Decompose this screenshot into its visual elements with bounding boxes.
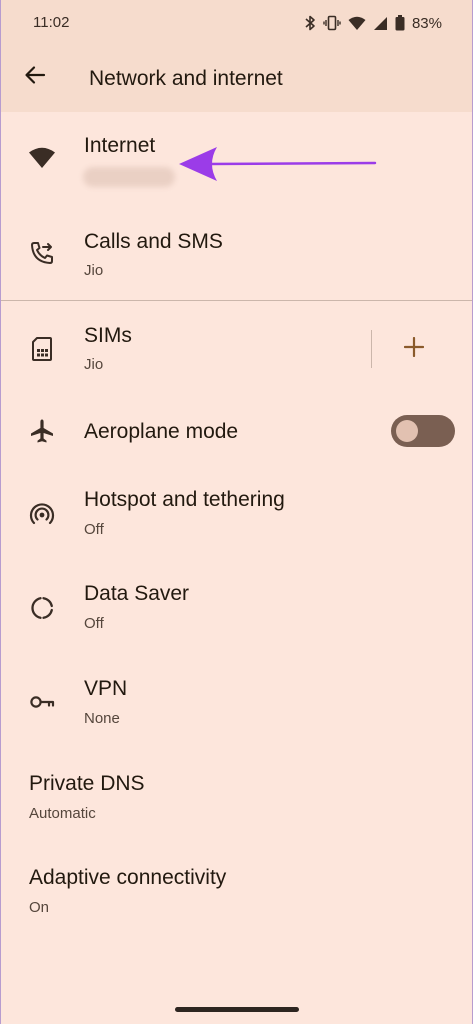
page-title: Network and internet bbox=[89, 67, 283, 90]
vpn-key-icon bbox=[27, 687, 57, 717]
wifi-icon bbox=[27, 143, 57, 173]
status-bar: 11:02 83% bbox=[1, 0, 472, 46]
sims-subtitle: Jio bbox=[84, 356, 104, 373]
calls-and-sms-item[interactable]: Calls and SMS Jio bbox=[1, 212, 472, 298]
adaptive-connectivity-subtitle: On bbox=[29, 899, 50, 916]
add-icon bbox=[403, 336, 425, 362]
vpn-item[interactable]: VPN None bbox=[1, 660, 472, 748]
vpn-title: VPN bbox=[84, 677, 128, 700]
bluetooth-icon bbox=[304, 15, 316, 31]
phone-forward-icon bbox=[27, 238, 57, 268]
data-saver-icon bbox=[27, 593, 57, 623]
vibrate-icon bbox=[323, 15, 341, 31]
sim-card-icon bbox=[27, 334, 57, 364]
hotspot-title: Hotspot and tethering bbox=[84, 488, 285, 511]
internet-title: Internet bbox=[84, 134, 156, 157]
hotspot-item[interactable]: Hotspot and tethering Off bbox=[1, 472, 472, 560]
battery-icon bbox=[395, 15, 405, 31]
gesture-navigation-bar[interactable] bbox=[175, 1007, 299, 1012]
aeroplane-mode-item[interactable]: Aeroplane mode bbox=[1, 398, 371, 466]
data-saver-item[interactable]: Data Saver Off bbox=[1, 566, 472, 654]
sims-item[interactable]: SIMs Jio bbox=[1, 306, 361, 392]
signal-icon bbox=[373, 16, 388, 31]
annotation-arrow bbox=[177, 142, 377, 189]
vertical-separator bbox=[371, 330, 372, 368]
private-dns-subtitle: Automatic bbox=[29, 805, 96, 822]
calls-and-sms-subtitle: Jio bbox=[84, 262, 104, 279]
battery-percent: 83% bbox=[411, 14, 442, 32]
aeroplane-mode-title: Aeroplane mode bbox=[84, 420, 239, 443]
vpn-subtitle: None bbox=[84, 710, 120, 727]
private-dns-item[interactable]: Private DNS Automatic bbox=[1, 756, 472, 844]
divider bbox=[1, 300, 472, 301]
status-time: 11:02 bbox=[33, 14, 70, 31]
aeroplane-mode-toggle[interactable] bbox=[391, 415, 455, 447]
adaptive-connectivity-title: Adaptive connectivity bbox=[29, 866, 227, 889]
private-dns-title: Private DNS bbox=[29, 772, 145, 795]
toggle-knob bbox=[396, 420, 418, 442]
back-button[interactable] bbox=[15, 57, 55, 97]
sims-title: SIMs bbox=[84, 324, 132, 347]
airplane-icon bbox=[27, 416, 57, 446]
app-bar: Network and internet bbox=[1, 46, 472, 112]
calls-and-sms-title: Calls and SMS bbox=[84, 230, 223, 253]
screen: 11:02 83% Network and internet Internet … bbox=[0, 0, 473, 1024]
adaptive-connectivity-item[interactable]: Adaptive connectivity On bbox=[1, 850, 472, 938]
data-saver-subtitle: Off bbox=[84, 615, 104, 632]
status-icons: 83% bbox=[304, 12, 442, 34]
add-sim-button[interactable] bbox=[397, 332, 431, 366]
data-saver-title: Data Saver bbox=[84, 582, 190, 605]
wifi-icon bbox=[348, 16, 366, 31]
arrow-back-icon bbox=[24, 64, 46, 91]
internet-subtitle-redacted bbox=[83, 167, 175, 187]
hotspot-subtitle: Off bbox=[84, 521, 104, 538]
hotspot-icon bbox=[27, 500, 57, 530]
